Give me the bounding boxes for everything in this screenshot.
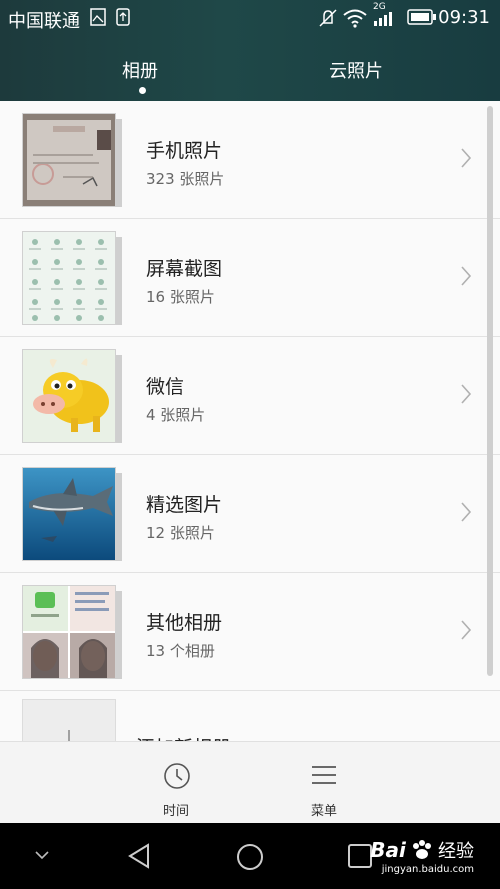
menu-button[interactable]: 菜单 <box>284 742 364 824</box>
chevron-right-icon <box>461 266 472 286</box>
hide-navbar-chevron-icon[interactable] <box>34 850 50 860</box>
time-view-label: 时间 <box>162 804 189 819</box>
collage-thumbnail <box>22 585 116 679</box>
tab-albums[interactable]: 相册 <box>122 57 158 83</box>
time-view-button[interactable]: 时间 <box>136 742 216 824</box>
album-name: 精选图片 <box>146 494 223 516</box>
shark-thumbnail <box>22 467 116 561</box>
album-list[interactable]: 手机照片 323 张照片 屏幕截图 16 张照片 微信 4 张照片 精选图片 1… <box>0 101 500 741</box>
chevron-right-icon <box>461 502 472 522</box>
album-count: 4 张照片 <box>146 406 206 424</box>
certificate-photo-thumbnail <box>22 113 116 207</box>
album-thumbnail <box>22 231 122 325</box>
album-thumbnail <box>22 349 122 443</box>
list-scrollbar[interactable] <box>487 106 493 676</box>
chevron-right-icon <box>461 620 472 640</box>
menu-label: 菜单 <box>310 804 337 819</box>
watermark-url: jingyan.baidu.com <box>381 864 474 875</box>
bottom-action-bar: 时间 菜单 <box>0 741 500 824</box>
add-album-thumbnail <box>22 699 122 741</box>
chevron-right-icon <box>461 384 472 404</box>
mute-icon <box>319 9 337 27</box>
home-circle-icon[interactable] <box>235 842 265 872</box>
album-thumbnail <box>22 113 122 207</box>
signal-icon <box>374 12 392 26</box>
clock: 09:31 <box>438 7 490 28</box>
album-name: 添加新相册 <box>136 733 231 741</box>
album-count: 16 张照片 <box>146 288 215 306</box>
carrier-name: 中国联通 <box>8 11 80 32</box>
album-count: 323 张照片 <box>146 170 225 188</box>
album-row-screenshots[interactable]: 屏幕截图 16 张照片 <box>0 219 500 337</box>
album-name: 手机照片 <box>146 140 223 162</box>
album-name: 屏幕截图 <box>146 258 223 280</box>
album-row-phone-photos[interactable]: 手机照片 323 张照片 <box>0 101 500 219</box>
recent-apps-square-icon[interactable] <box>347 843 373 869</box>
wifi-icon <box>343 9 367 28</box>
album-row-wechat[interactable]: 微信 4 张照片 <box>0 337 500 455</box>
watermark-brand: Bai <box>370 838 406 862</box>
album-name: 微信 <box>146 376 185 398</box>
album-name: 其他相册 <box>146 612 223 634</box>
tab-bar: 相册 云照片 <box>0 50 500 90</box>
baidu-jingyan-watermark: Bai 经验 jingyan.baidu.com <box>370 837 474 875</box>
clock-icon <box>164 763 190 789</box>
album-thumbnail <box>22 585 122 679</box>
paw-icon <box>412 840 431 859</box>
back-triangle-icon[interactable] <box>126 842 152 870</box>
album-row-add-new[interactable]: 添加新相册 <box>0 691 500 741</box>
watermark-suffix: 经验 <box>438 841 474 862</box>
selected-tab-indicator <box>139 87 146 94</box>
app-header: 中国联通 2G 09:31 相册 云照片 <box>0 0 500 101</box>
hamburger-menu-icon <box>312 766 336 784</box>
chevron-right-icon <box>461 148 472 168</box>
gallery-notification-icon <box>90 8 106 26</box>
battery-icon <box>407 9 436 25</box>
album-count: 12 张照片 <box>146 524 215 542</box>
system-navigation-bar: Bai 经验 jingyan.baidu.com <box>0 823 500 889</box>
album-thumbnail <box>22 467 122 561</box>
plus-icon <box>22 699 116 741</box>
network-type-label: 2G <box>373 2 386 12</box>
screenshot-grid-thumbnail <box>22 231 116 325</box>
album-row-other-albums[interactable]: 其他相册 13 个相册 <box>0 573 500 691</box>
upload-notification-icon <box>116 8 130 26</box>
tab-cloud-photos[interactable]: 云照片 <box>329 57 383 83</box>
cartoon-cow-thumbnail <box>22 349 116 443</box>
album-count: 13 个相册 <box>146 642 215 660</box>
album-row-featured[interactable]: 精选图片 12 张照片 <box>0 455 500 573</box>
status-bar: 中国联通 2G 09:31 <box>0 0 500 36</box>
